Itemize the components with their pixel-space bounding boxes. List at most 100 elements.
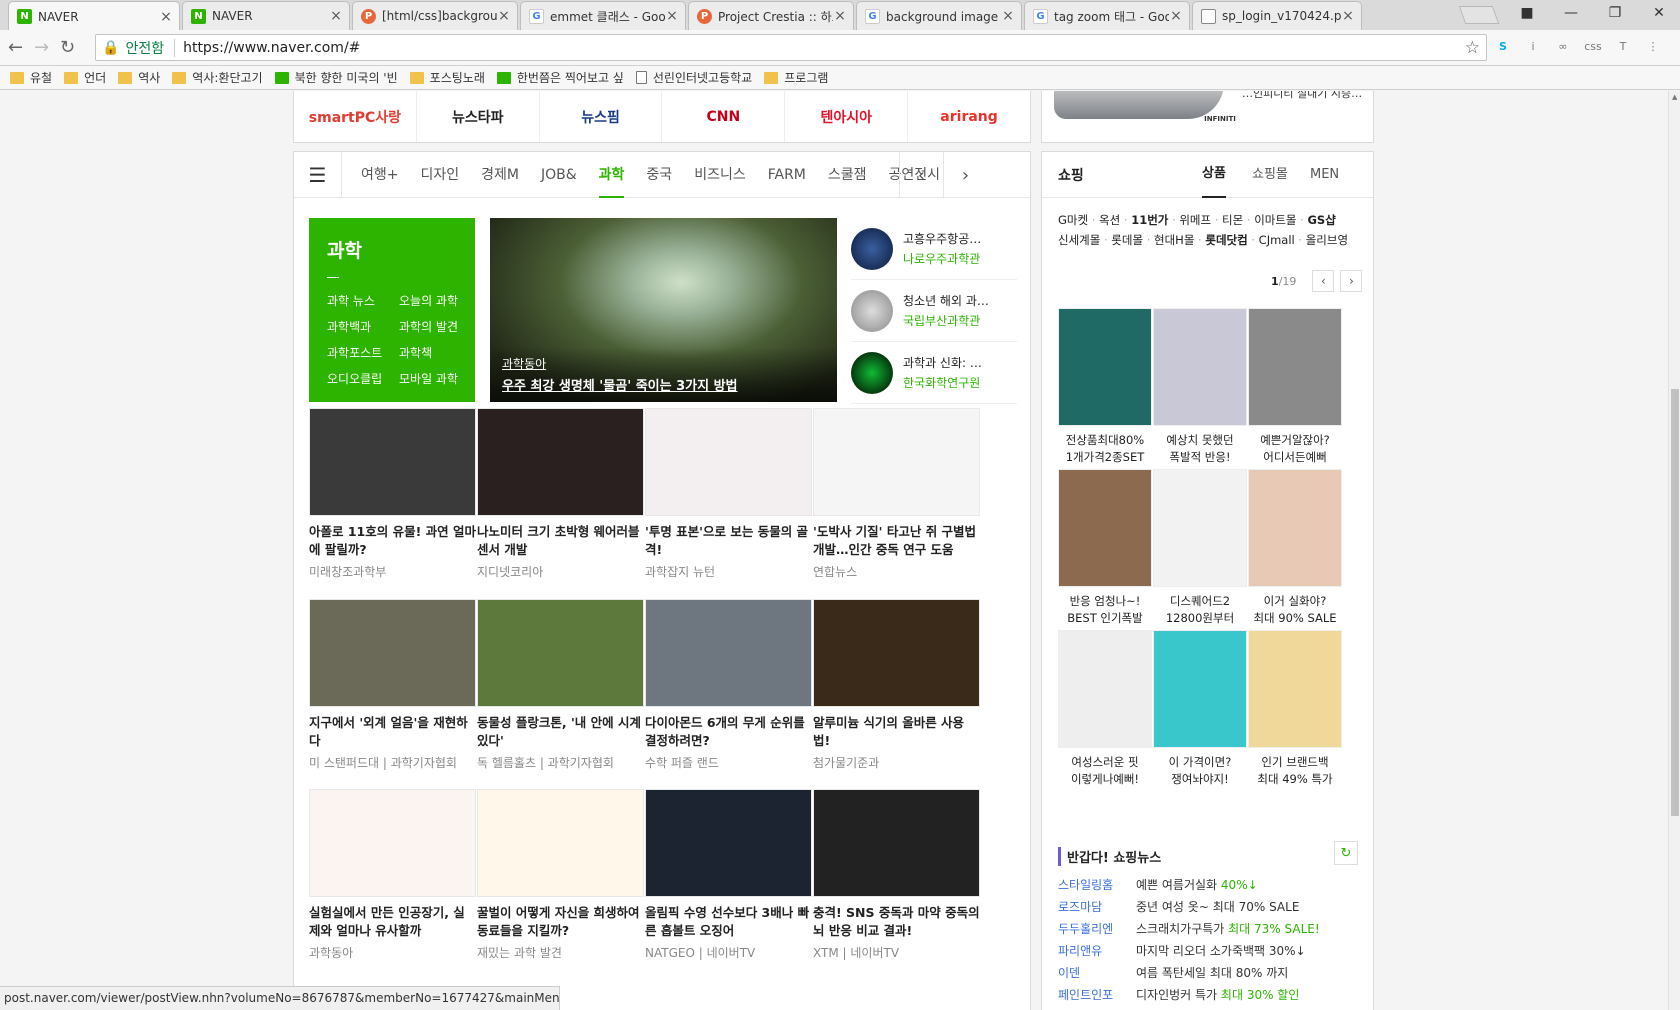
- product-line-1[interactable]: 예상치 못했던: [1153, 432, 1247, 449]
- news-card[interactable]: 꿀벌이 어떻게 자신을 희생하여 동료들을 지킬까? 재밌는 과학 발견: [477, 789, 644, 961]
- product-line-1[interactable]: 디스퀘어드2: [1153, 593, 1247, 610]
- mall-link[interactable]: 위메프: [1179, 213, 1211, 227]
- info-extension-icon[interactable]: i: [1524, 37, 1542, 55]
- shopping-news-item[interactable]: 페인트인포 디자인벙커 특가 최대 30% 할인: [1058, 984, 1358, 1006]
- product-image[interactable]: [1058, 308, 1152, 426]
- news-mall[interactable]: 페인트인포: [1058, 984, 1136, 1006]
- card-title[interactable]: '도박사 기질' 타고난 쥐 구별법 개발…인간 중독 연구 도움: [813, 523, 980, 559]
- mall-link[interactable]: 롯데닷컴: [1205, 233, 1247, 247]
- side-source[interactable]: 한국화학연구원: [903, 374, 982, 391]
- side-title[interactable]: 청소년 해외 과…: [903, 292, 989, 309]
- product-line-1[interactable]: 예쁜거알잖아?: [1248, 432, 1342, 449]
- css-extension-icon[interactable]: css: [1584, 37, 1602, 55]
- side-title[interactable]: 과학과 신화: …: [903, 354, 982, 371]
- card-image[interactable]: [477, 408, 644, 516]
- card-image[interactable]: [309, 599, 476, 707]
- shopping-news-item[interactable]: 두두홀리엔 스크래치가구특가 최대 73% SALE!: [1058, 918, 1358, 940]
- panel-link[interactable]: 모바일 과학: [399, 370, 471, 387]
- side-item[interactable]: 고흥우주항공… 나로우주과학관: [851, 218, 1017, 280]
- product-line-2[interactable]: 어디서든예뻐: [1248, 449, 1342, 466]
- bookmark-item[interactable]: 프로그램: [764, 69, 828, 86]
- news-desc[interactable]: 스크래치가구특가 최대 73% SALE!: [1136, 918, 1320, 940]
- product-item[interactable]: 전상품최대80% 1개가격2종SET: [1058, 308, 1152, 466]
- panel-link[interactable]: 과학책: [399, 344, 471, 361]
- tab-products[interactable]: 상품: [1202, 152, 1226, 198]
- product-item[interactable]: 이 가격이면? 쟁여놔야지!: [1153, 630, 1247, 788]
- prev-arrow-icon[interactable]: ‹: [899, 152, 943, 198]
- mall-link[interactable]: 11번가: [1131, 213, 1168, 227]
- url-text[interactable]: https://www.naver.com/#: [183, 40, 1465, 56]
- card-title[interactable]: 꿀벌이 어떻게 자신을 희생하여 동료들을 지킬까?: [477, 904, 644, 940]
- tab-close-icon[interactable]: ×: [665, 8, 679, 24]
- news-desc[interactable]: 예쁜 여름거실화 40%↓: [1136, 874, 1258, 896]
- mall-link[interactable]: GS샵: [1307, 213, 1335, 227]
- card-title[interactable]: 다이아몬드 6개의 무게 순위를 결정하려면?: [645, 714, 812, 750]
- side-title[interactable]: 고흥우주항공…: [903, 230, 981, 247]
- press-logo[interactable]: 뉴스타파: [417, 91, 540, 142]
- card-title[interactable]: 동물성 플랑크톤, '내 안에 시계 있다': [477, 714, 644, 750]
- panel-link[interactable]: 과학의 발견: [399, 318, 471, 335]
- product-item[interactable]: 이거 실화야? 최대 90% SALE: [1248, 469, 1342, 627]
- top-ad[interactable]: …인피니티 실내기 시승… INFINITI: [1041, 91, 1374, 143]
- card-title[interactable]: 실험실에서 만든 인공장기, 실제와 얼마나 유사할까: [309, 904, 476, 940]
- pdf-extension-icon[interactable]: ∞: [1554, 37, 1572, 55]
- product-image[interactable]: [1153, 469, 1247, 587]
- omnibox[interactable]: 🔒 안전함 https://www.naver.com/# ☆: [95, 34, 1487, 61]
- mall-link[interactable]: 옥션: [1099, 213, 1120, 227]
- product-image[interactable]: [1058, 469, 1152, 587]
- profile-icon[interactable]: ■: [1505, 0, 1549, 28]
- card-image[interactable]: [477, 789, 644, 897]
- panel-link[interactable]: 오디오클립: [327, 370, 399, 387]
- product-line-2[interactable]: 12800원부터: [1153, 610, 1247, 627]
- forward-icon[interactable]: →: [34, 37, 49, 58]
- product-line-1[interactable]: 전상품최대80%: [1058, 432, 1152, 449]
- tab-malls[interactable]: 쇼핑몰: [1252, 153, 1288, 197]
- bookmark-item[interactable]: 역사: [118, 69, 160, 86]
- theme-tab[interactable]: 경제M: [470, 153, 530, 197]
- product-item[interactable]: 인기 브랜드백 최대 49% 특가: [1248, 630, 1342, 788]
- news-card[interactable]: 아폴로 11호의 유물! 과연 얼마에 팔릴까? 미래창조과학부: [309, 408, 476, 580]
- side-source[interactable]: 나로우주과학관: [903, 250, 981, 267]
- product-line-1[interactable]: 인기 브랜드백: [1248, 754, 1342, 771]
- shopping-news-item[interactable]: 로즈마담 중년 여성 옷~ 최대 70% SALE: [1058, 896, 1358, 918]
- product-line-2[interactable]: 쟁여놔야지!: [1153, 771, 1247, 788]
- news-card[interactable]: '도박사 기질' 타고난 쥐 구별법 개발…인간 중독 연구 도움 연합뉴스: [813, 408, 980, 580]
- product-image[interactable]: [1153, 308, 1247, 426]
- bookmark-item[interactable]: 선린인터넷고등학교: [635, 69, 752, 86]
- theme-tab[interactable]: FARM: [757, 153, 817, 197]
- next-arrow-icon[interactable]: ›: [943, 152, 987, 198]
- theme-tab[interactable]: 과학: [588, 153, 636, 198]
- press-logo[interactable]: 텐아시아: [785, 91, 909, 142]
- news-card[interactable]: '투명 표본'으로 보는 동물의 골격! 과학잡지 뉴턴: [645, 408, 812, 580]
- bookmark-item[interactable]: 포스팅노래: [409, 69, 485, 86]
- news-mall[interactable]: 이덴: [1058, 962, 1136, 984]
- card-image[interactable]: [645, 408, 812, 516]
- scroll-thumb[interactable]: [1671, 389, 1679, 816]
- close-window-button[interactable]: ✕: [1637, 0, 1680, 28]
- browser-tab[interactable]: sp_login_v170424.png×: [1192, 1, 1362, 30]
- menu-hamburger-icon[interactable]: ☰: [294, 151, 342, 198]
- product-item[interactable]: 반응 엄청나~! BEST 인기폭발: [1058, 469, 1152, 627]
- minimize-button[interactable]: —: [1549, 0, 1593, 28]
- product-line-1[interactable]: 반응 엄청나~!: [1058, 593, 1152, 610]
- maximize-button[interactable]: ❐: [1593, 0, 1637, 28]
- press-logo[interactable]: 뉴스핌: [540, 91, 663, 142]
- product-item[interactable]: 디스퀘어드2 12800원부터: [1153, 469, 1247, 627]
- panel-link[interactable]: 과학 뉴스: [327, 292, 399, 309]
- card-title[interactable]: 알루미늄 식기의 올바른 사용법!: [813, 714, 980, 750]
- browser-tab[interactable]: Gbackground image 속 ×: [856, 1, 1022, 30]
- theme-tab[interactable]: 비즈니스: [683, 153, 757, 197]
- theme-tab[interactable]: 중국: [635, 153, 683, 197]
- bookmark-item[interactable]: 유철: [10, 69, 52, 86]
- mall-link[interactable]: 신세계몰: [1058, 233, 1100, 247]
- side-item[interactable]: 과학과 신화: … 한국화학연구원: [851, 342, 1017, 404]
- page-scrollbar[interactable]: ▲: [1668, 91, 1680, 1010]
- news-card[interactable]: 나노미터 크기 초박형 웨어러블 센서 개발 지디넷코리아: [477, 408, 644, 580]
- side-source[interactable]: 국립부산과학관: [903, 312, 989, 329]
- card-title[interactable]: 지구에서 '외계 얼음'을 재현하다: [309, 714, 476, 750]
- product-line-2[interactable]: 최대 49% 특가: [1248, 771, 1342, 788]
- refresh-icon[interactable]: ↻: [1334, 841, 1358, 865]
- mall-link[interactable]: 롯데몰: [1111, 233, 1143, 247]
- card-image[interactable]: [309, 789, 476, 897]
- browser-tab[interactable]: P [html/css]background×: [352, 1, 518, 30]
